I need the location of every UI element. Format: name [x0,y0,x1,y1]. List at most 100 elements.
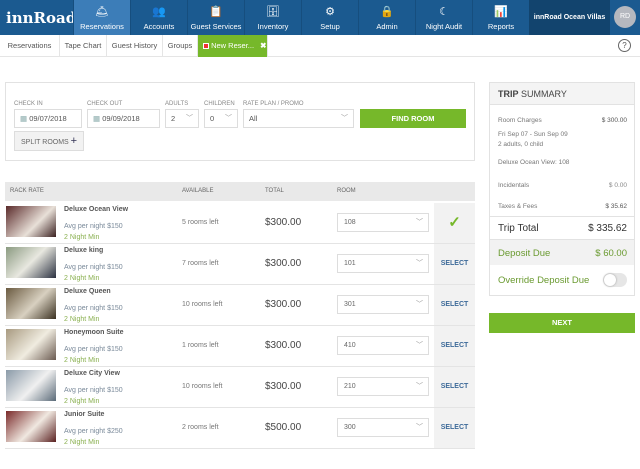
split-rooms-label: SPLIT ROOMS [21,139,69,146]
nav-accounts[interactable]: 👥 Accounts [130,0,187,35]
select-button[interactable]: SELECT [434,326,475,366]
select-button[interactable]: SELECT [434,285,475,325]
find-room-button[interactable]: FIND ROOM [360,109,466,128]
room-name: Honeymoon Suite [64,329,124,336]
trip-total-row: Trip Total $ 335.62 [490,216,634,238]
room-photo [6,206,56,237]
room-name: Deluxe Queen [64,288,111,295]
room-charges-value: $ 300.00 [601,117,627,124]
override-toggle[interactable] [603,273,627,287]
split-rooms-button[interactable]: SPLIT ROOMS + [14,131,84,151]
room-photo [6,329,56,360]
check-in-input[interactable]: ▦ 09/07/2018 [14,109,82,128]
avg-per-night: Avg per night $250 [64,428,123,435]
chevron-down-icon: ﹀ [416,219,423,226]
table-row: Deluxe Ocean View Avg per night $150 2 N… [5,203,475,244]
logo[interactable]: innRoad [6,9,76,27]
gear-icon: ⚙ [325,6,335,18]
chevron-down-icon: ﹀ [416,342,423,349]
header-total: TOTAL [265,188,284,194]
room-number-select[interactable]: 210 ﹀ [337,377,429,396]
room-name: Junior Suite [64,411,105,418]
room-photo [6,247,56,278]
calendar-icon: ▦ [93,114,101,123]
tab-guest-history[interactable]: Guest History [107,35,163,57]
help-icon[interactable]: ? [618,39,631,52]
select-button[interactable]: SELECT [434,408,475,448]
room-number-select[interactable]: 410 ﹀ [337,336,429,355]
moon-icon: ☾ [439,6,449,18]
night-min: 2 Night Min [64,234,100,241]
hotel-selector[interactable]: innRoad Ocean Villas [529,0,610,35]
chevron-down-icon: ﹀ [341,115,348,122]
nav-label: Guest Services [190,22,242,31]
children-value: 0 [210,114,215,123]
nav-label: Inventory [257,22,289,31]
room-total: $500.00 [265,422,302,433]
check-out-label: CHECK OUT [87,101,123,107]
nav-setup[interactable]: ⚙ Setup [301,0,358,35]
check-in-value: 09/07/2018 [29,114,67,123]
room-name: Deluxe City View [64,370,120,377]
room-number-select[interactable]: 300 ﹀ [337,418,429,437]
availability: 1 rooms left [182,342,219,349]
avatar[interactable]: RD [614,6,636,28]
selected-check-icon: ✓ [434,203,475,243]
deposit-label: Deposit Due [498,248,551,259]
room-number-select[interactable]: 301 ﹀ [337,295,429,314]
room-number-select[interactable]: 101 ﹀ [337,254,429,273]
tab-tape-chart[interactable]: Tape Chart [60,35,107,57]
adults-select[interactable]: 2 ﹀ [165,109,199,128]
selected-room: Deluxe Ocean View: 108 [498,159,570,166]
incidentals-label: Incidentals [498,182,530,189]
trip-summary: TRIP SUMMARY Room Charges $ 300.00 Fri S… [489,82,635,296]
calendar-icon: ▦ [20,114,28,123]
header-available: AVAILABLE [182,188,214,194]
nav-reports[interactable]: 📊 Reports [472,0,529,35]
tab-reservations[interactable]: Reservations [0,35,60,57]
taxes-value: $ 35.62 [605,203,627,210]
taxes-label: Taxes & Fees [498,203,538,210]
select-button[interactable]: SELECT [434,244,475,284]
adults-label: ADULTS [165,101,189,107]
select-button[interactable]: SELECT [434,367,475,407]
rate-plan-label: RATE PLAN / PROMO [243,101,304,107]
chevron-down-icon: ﹀ [225,115,232,122]
chevron-down-icon: ﹀ [416,260,423,267]
nav-admin[interactable]: 🔒 Admin [358,0,415,35]
room-number: 301 [344,301,356,308]
room-total: $300.00 [265,340,302,351]
check-out-input[interactable]: ▦ 09/09/2018 [87,109,160,128]
availability: 2 rooms left [182,424,219,431]
header-room: ROOM [337,188,356,194]
avg-per-night: Avg per night $150 [64,264,123,271]
next-button[interactable]: NEXT [489,313,635,333]
nav-reservations[interactable]: 🛎 Reservations [73,0,130,35]
children-label: CHILDREN [204,101,235,107]
toggle-knob [604,274,616,286]
table-row: Junior Suite Avg per night $250 2 Night … [5,408,475,449]
deposit-row: Deposit Due $ 60.00 [490,239,634,265]
nav-guest-services[interactable]: 📋 Guest Services [187,0,244,35]
availability: 5 rooms left [182,219,219,226]
night-min: 2 Night Min [64,316,100,323]
room-number-select[interactable]: 108 ﹀ [337,213,429,232]
avg-per-night: Avg per night $150 [64,387,123,394]
nav-night-audit[interactable]: ☾ Night Audit [415,0,472,35]
rate-plan-select[interactable]: All ﹀ [243,109,354,128]
plus-icon: + [70,135,78,147]
top-nav: innRoad 🛎 Reservations 👥 Accounts 📋 Guest Ser… [0,0,640,35]
summary-title-rest: SUMMARY [518,89,567,99]
nav-inventory[interactable]: 🗄 Inventory [244,0,301,35]
chevron-down-icon: ﹀ [416,383,423,390]
tab-groups[interactable]: Groups [163,35,198,57]
tab-new-reservation[interactable]: New Reser... ✖ [198,35,268,57]
check-out-value: 09/09/2018 [102,114,140,123]
avg-per-night: Avg per night $150 [64,223,123,230]
room-total: $300.00 [265,381,302,392]
close-icon[interactable]: ✖ [260,41,266,50]
children-select[interactable]: 0 ﹀ [204,109,238,128]
table-row: Honeymoon Suite Avg per night $150 2 Nig… [5,326,475,367]
chevron-down-icon: ﹀ [416,424,423,431]
chevron-down-icon: ﹀ [186,115,193,122]
